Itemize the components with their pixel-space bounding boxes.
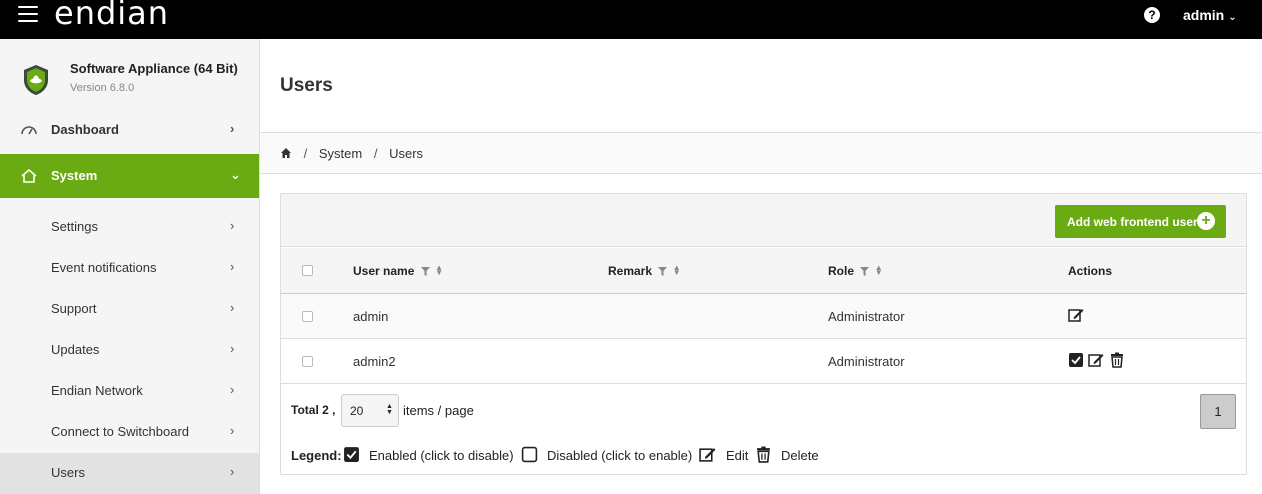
sidebar-item-system[interactable]: System ⌄: [0, 154, 259, 198]
column-username[interactable]: User name ▲ ▼: [353, 264, 443, 279]
sidebar-item-event-notifications[interactable]: Event notifications ›: [0, 248, 259, 289]
user-menu-label: admin: [1183, 7, 1225, 23]
cell-role: Administrator: [828, 354, 905, 369]
gauge-icon: [21, 126, 37, 135]
items-per-page-select[interactable]: 20 ▲ ▼: [341, 394, 399, 427]
sidebar-item-label: Updates: [51, 342, 100, 357]
legend-title: Legend:: [291, 448, 342, 463]
appliance-version: Version 6.8.0: [70, 82, 135, 94]
home-icon: [21, 168, 37, 183]
table-header: User name ▲ ▼ Remark ▲ ▼ Role ▲ ▼ Actions: [281, 248, 1246, 294]
sort-icon[interactable]: ▲ ▼: [435, 264, 443, 277]
items-per-page-label: items / page: [403, 403, 474, 418]
chevron-right-icon: ›: [230, 423, 235, 438]
sort-icon[interactable]: ▲ ▼: [673, 264, 681, 277]
column-role[interactable]: Role ▲ ▼: [828, 264, 883, 279]
breadcrumb-bar: / System / Users: [260, 132, 1262, 174]
edit-icon: [699, 448, 716, 462]
column-remark[interactable]: Remark ▲ ▼: [608, 264, 681, 279]
chevron-right-icon: ›: [230, 300, 235, 315]
breadcrumb: / System / Users: [280, 146, 423, 161]
trash-icon[interactable]: [1109, 352, 1125, 368]
panel-header: Add web frontend user +: [281, 194, 1246, 247]
edit-icon[interactable]: [1068, 307, 1084, 323]
row-checkbox[interactable]: [302, 356, 313, 367]
add-web-frontend-user-button[interactable]: Add web frontend user +: [1055, 205, 1226, 238]
sidebar-item-label: Event notifications: [51, 260, 157, 275]
sidebar-item-dashboard[interactable]: Dashboard ›: [0, 110, 259, 151]
help-icon[interactable]: ?: [1144, 7, 1160, 23]
shield-logo-icon: [24, 65, 48, 95]
sidebar-item-label: Dashboard: [51, 122, 119, 137]
chevron-right-icon: ›: [230, 341, 235, 356]
select-value: 20: [350, 404, 364, 418]
chevron-down-icon: ⌄: [1228, 12, 1237, 23]
sort-icon[interactable]: ▲ ▼: [875, 264, 883, 277]
sidebar-item-settings[interactable]: Settings ›: [0, 207, 259, 248]
filter-icon[interactable]: [860, 267, 870, 276]
sidebar-item-label: System: [51, 168, 98, 183]
legend-edit: Edit: [726, 448, 749, 463]
breadcrumb-users: Users: [389, 146, 424, 161]
column-actions: Actions: [1068, 264, 1113, 278]
sidebar-item-label: Users: [51, 465, 85, 480]
endian-logo[interactable]: endian: [54, 0, 169, 32]
column-label: Role: [828, 264, 855, 278]
breadcrumb-system[interactable]: System: [319, 146, 362, 161]
chevron-right-icon: ›: [230, 259, 235, 274]
sidebar-item-label: Settings: [51, 219, 98, 234]
trash-icon: [757, 446, 770, 463]
sidebar-item-users[interactable]: Users ›: [0, 453, 259, 494]
total-count: Total 2 ,: [291, 403, 336, 417]
chevron-down-icon: ⌄: [230, 167, 241, 182]
sidebar-item-label: Support: [51, 301, 97, 316]
table-row: admin Administrator: [281, 294, 1246, 339]
pagination-page-button[interactable]: 1: [1200, 394, 1236, 429]
sidebar-item-label: Connect to Switchboard: [51, 424, 190, 439]
legend-delete: Delete: [781, 448, 819, 463]
users-panel: Add web frontend user + User name ▲ ▼ Rem…: [280, 193, 1247, 475]
sidebar: Software Appliance (64 Bit) Version 6.8.…: [0, 39, 260, 494]
cell-username: admin2: [353, 354, 396, 369]
enabled-checkbox-icon[interactable]: [1068, 352, 1084, 368]
chevron-right-icon: ›: [230, 121, 235, 136]
column-label: Remark: [608, 264, 653, 278]
chevron-right-icon: ›: [230, 464, 235, 479]
select-all-checkbox[interactable]: [302, 265, 313, 276]
appliance-info: Software Appliance (64 Bit) Version 6.8.…: [0, 39, 259, 107]
breadcrumb-separator: /: [303, 146, 308, 161]
sidebar-item-label: Endian Network: [51, 383, 143, 398]
filter-icon[interactable]: [658, 267, 668, 276]
select-arrows-icon: ▲ ▼: [386, 403, 393, 416]
cell-role: Administrator: [828, 309, 905, 324]
menu-icon[interactable]: [18, 6, 38, 22]
filter-icon[interactable]: [420, 267, 430, 276]
plus-circle-icon: +: [1197, 212, 1215, 230]
sidebar-item-endian-network[interactable]: Endian Network ›: [0, 371, 259, 412]
disabled-checkbox-icon: [521, 446, 538, 463]
enabled-checkbox-icon: [344, 447, 359, 462]
edit-icon[interactable]: [1088, 352, 1104, 368]
page-title: Users: [280, 75, 333, 96]
user-menu[interactable]: admin ⌄: [1183, 7, 1237, 23]
add-button-label: Add web frontend user: [1067, 215, 1198, 229]
sidebar-item-support[interactable]: Support ›: [0, 289, 259, 330]
column-label: User name: [353, 264, 415, 278]
appliance-name: Software Appliance (64 Bit): [70, 61, 238, 76]
sidebar-item-connect-to-switchboard[interactable]: Connect to Switchboard ›: [0, 412, 259, 453]
chevron-right-icon: ›: [230, 218, 235, 233]
chevron-right-icon: ›: [230, 382, 235, 397]
table-row: admin2 Administrator: [281, 339, 1246, 384]
home-icon[interactable]: [280, 147, 292, 159]
sidebar-item-updates[interactable]: Updates ›: [0, 330, 259, 371]
breadcrumb-separator: /: [373, 146, 378, 161]
legend-disabled: Disabled (click to enable): [547, 448, 693, 463]
row-checkbox[interactable]: [302, 311, 313, 322]
top-bar: endian ? admin ⌄: [0, 0, 1262, 39]
legend-enabled: Enabled (click to disable): [369, 448, 514, 463]
cell-username: admin: [353, 309, 389, 324]
